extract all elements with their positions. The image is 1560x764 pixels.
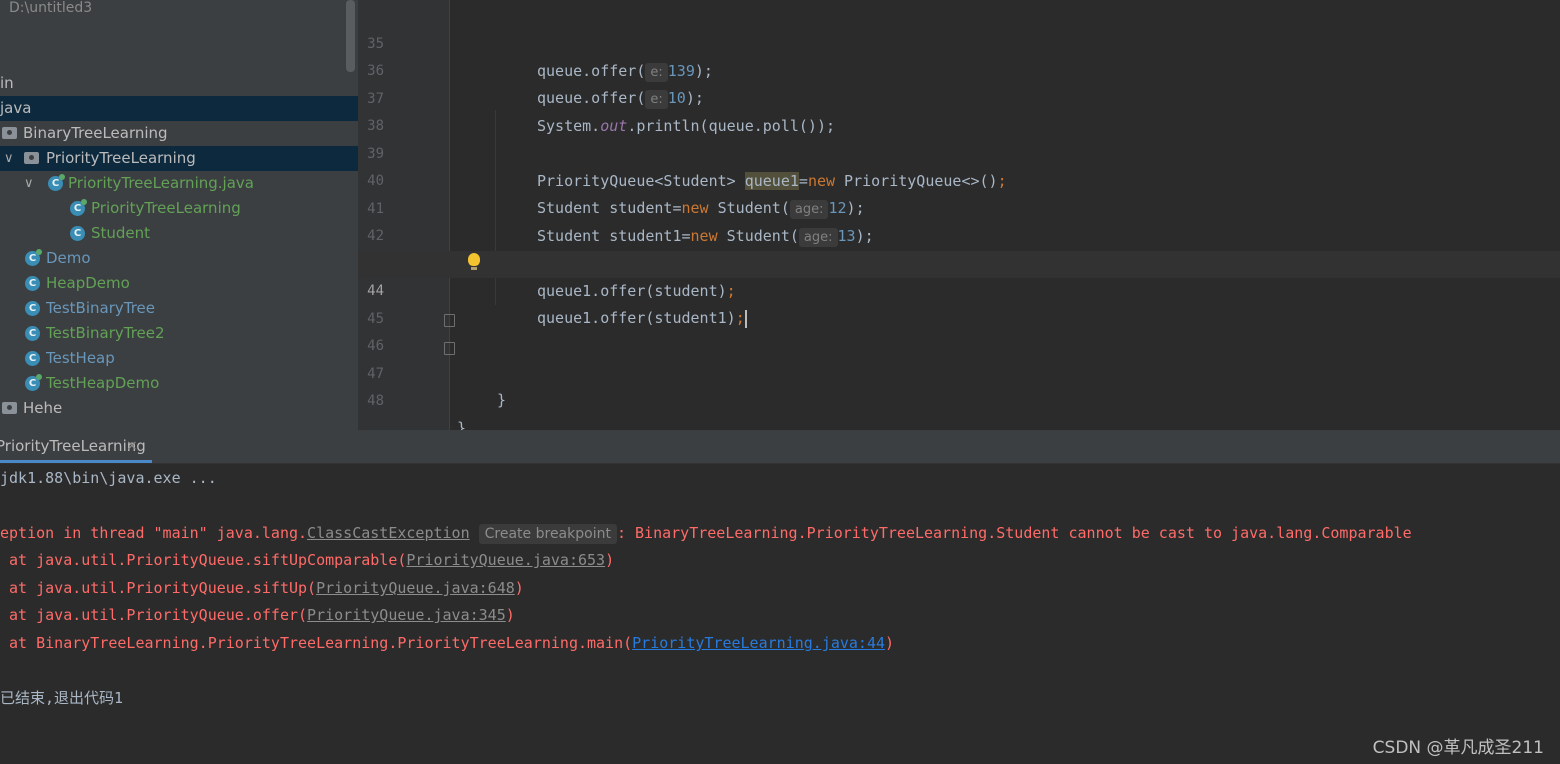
tree-item-label: Demo: [46, 249, 91, 267]
code-editor[interactable]: 35 queue.offer(e: 139); 36 queue.offer(e:…: [358, 0, 1560, 437]
console-exit-line: 已结束,退出代码1: [0, 689, 124, 707]
code-line-38[interactable]: 38: [358, 86, 1560, 134]
run-tab-bar: PriorityTreeLearning ×: [0, 430, 1560, 464]
code-line-46[interactable]: 46 }: [358, 306, 1560, 409]
console-command-line: jdk1.88\bin\java.exe ...: [0, 469, 217, 487]
tree-scrollbar[interactable]: [346, 0, 355, 72]
code-line-45[interactable]: 45: [358, 279, 1560, 327]
code-line-40[interactable]: 40 Student student=new Student(age: 12);: [358, 141, 1560, 219]
tree-item-label: Student: [91, 224, 151, 242]
source-link[interactable]: PriorityQueue.java:653: [406, 551, 605, 569]
lightbulb-icon[interactable]: [468, 253, 480, 270]
stack-trace-line: at java.util.PriorityQueue.siftUpCompara…: [0, 551, 615, 569]
class-icon: C: [25, 326, 40, 341]
package-icon: [2, 127, 17, 139]
tree-item-label: TestBinaryTree: [46, 299, 155, 317]
project-tree-panel: D:\untitled3 in java BinaryTreeLearning …: [0, 0, 358, 430]
tree-item-label: TestHeap: [46, 349, 115, 367]
run-tab-label: PriorityTreeLearning: [0, 437, 146, 455]
code-line-35[interactable]: 35 queue.offer(e: 139);: [358, 4, 1560, 82]
code-line-47[interactable]: 47 }: [358, 334, 1560, 437]
package-icon: [2, 402, 17, 414]
line-number: 48: [367, 393, 384, 409]
tree-item-testbinarytree[interactable]: C TestBinaryTree: [0, 296, 358, 321]
source-link[interactable]: PriorityQueue.java:345: [307, 606, 506, 624]
class-icon: C: [25, 374, 42, 391]
package-icon: [24, 152, 39, 164]
code-line-42[interactable]: 42: [358, 196, 1560, 244]
tree-item-hehe[interactable]: Hehe: [0, 396, 358, 421]
code-line-44[interactable]: 44 queue1.offer(student1);: [358, 251, 1560, 328]
tree-item-label: java: [0, 99, 32, 117]
tree-item-testbinarytree2[interactable]: C TestBinaryTree2: [0, 321, 358, 346]
code-line-37[interactable]: 37 System.out.println(queue.poll());: [358, 59, 1560, 135]
tree-item-heapdemo[interactable]: C HeapDemo: [0, 271, 358, 296]
tree-item-testheap[interactable]: C TestHeap: [0, 346, 358, 371]
tree-item-label: HeapDemo: [46, 274, 130, 292]
tree-item-testheapdemo[interactable]: C TestHeapDemo: [0, 371, 358, 396]
tree-item-label: in: [0, 74, 14, 92]
source-link[interactable]: PriorityQueue.java:648: [316, 579, 515, 597]
create-breakpoint-hint[interactable]: Create breakpoint: [478, 524, 617, 544]
code-line-41[interactable]: 41 Student student1=new Student(age: 13);: [358, 169, 1560, 247]
code-line-39[interactable]: 39 PriorityQueue<Student> queue1=new Pri…: [358, 114, 1560, 190]
java-file-icon: C: [48, 174, 65, 191]
tree-item-binarytreelearning[interactable]: BinaryTreeLearning: [0, 121, 358, 146]
stack-trace-line: at BinaryTreeLearning.PriorityTreeLearni…: [0, 634, 895, 652]
tree-item-class-prioritytreelearning[interactable]: C PriorityTreeLearning: [0, 196, 358, 221]
class-icon: C: [25, 249, 42, 266]
tree-item-label: TestBinaryTree2: [46, 324, 165, 342]
tree-item-label: PriorityTreeLearning: [46, 149, 196, 167]
run-tab[interactable]: PriorityTreeLearning ×: [0, 430, 152, 463]
run-console[interactable]: jdk1.88\bin\java.exe ... eption in threa…: [0, 464, 1560, 764]
fold-marker-icon[interactable]: [444, 342, 455, 355]
tree-item-bin[interactable]: in: [0, 71, 358, 96]
console-exception-line: eption in thread "main" java.lang.ClassC…: [0, 524, 1412, 544]
class-icon: C: [25, 276, 40, 291]
class-icon: C: [70, 199, 87, 216]
code-text: }: [497, 391, 507, 409]
source-link[interactable]: PriorityTreeLearning.java:44: [632, 634, 885, 652]
tree-item-demo[interactable]: C Demo: [0, 246, 358, 271]
tree-item-class-student[interactable]: C Student: [0, 221, 358, 246]
class-icon: C: [25, 351, 40, 366]
class-icon: C: [25, 301, 40, 316]
root-path-label: D:\untitled3: [9, 0, 93, 16]
tree-item-label: Hehe: [23, 399, 63, 417]
tree-item-prioritytreelearning-file[interactable]: ∨ C PriorityTreeLearning.java: [0, 171, 358, 196]
close-icon[interactable]: ×: [126, 430, 138, 462]
code-line-43[interactable]: 43 queue1.offer(student);: [358, 224, 1560, 300]
tree-item-prioritytreelearning-package[interactable]: ∨ PriorityTreeLearning: [0, 146, 358, 171]
chevron-down-icon[interactable]: ∨: [24, 171, 34, 196]
exception-class-link[interactable]: ClassCastException: [307, 524, 470, 542]
tree-item-label: PriorityTreeLearning: [91, 199, 241, 217]
tree-item-label: TestHeapDemo: [46, 374, 160, 392]
tree-item-label: BinaryTreeLearning: [23, 124, 168, 142]
code-line-48[interactable]: 48: [358, 361, 1560, 409]
tree-root-path[interactable]: D:\untitled3: [0, 0, 358, 21]
fold-marker-icon[interactable]: [444, 314, 455, 327]
tree-item-java[interactable]: java: [0, 96, 358, 121]
stack-trace-line: at java.util.PriorityQueue.offer(Priorit…: [0, 606, 515, 624]
stack-trace-line: at java.util.PriorityQueue.siftUp(Priori…: [0, 579, 524, 597]
class-icon: C: [70, 226, 85, 241]
code-line-36[interactable]: 36 queue.offer(e: 10);: [358, 31, 1560, 109]
watermark: CSDN @革凡成圣211: [1372, 738, 1544, 758]
tree-item-label: PriorityTreeLearning.java: [68, 174, 254, 192]
chevron-down-icon[interactable]: ∨: [4, 146, 14, 171]
